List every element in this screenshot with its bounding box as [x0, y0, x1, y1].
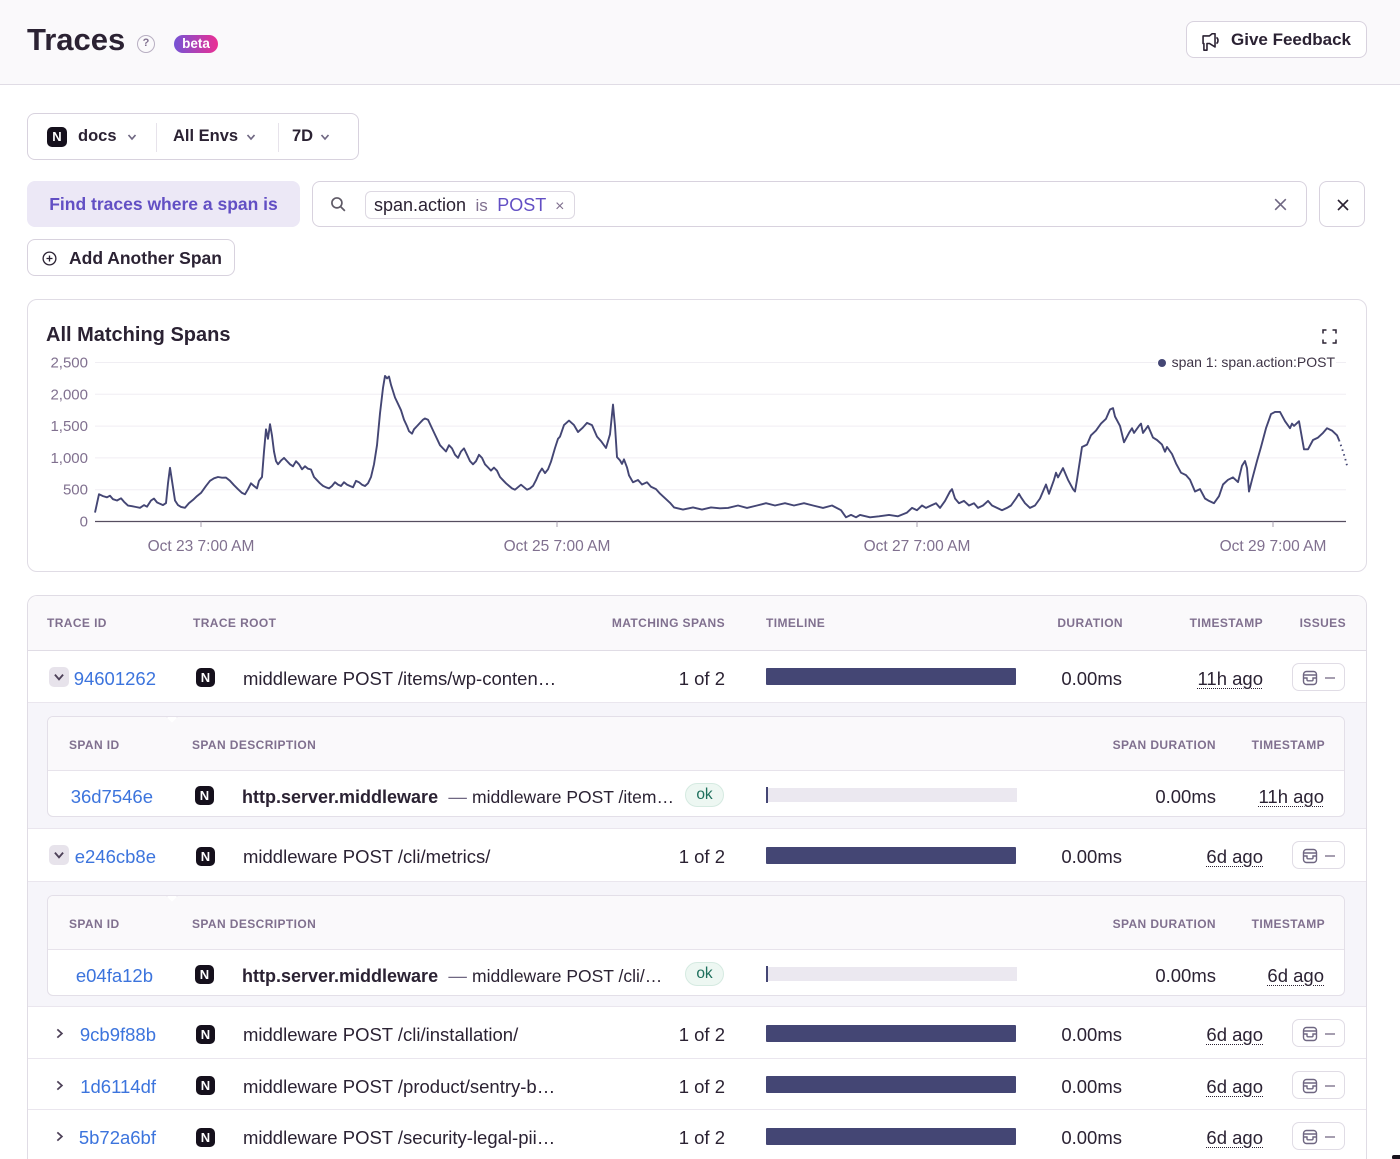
svg-text:Oct 29 7:00 AM: Oct 29 7:00 AM — [1220, 538, 1327, 555]
svg-text:2,000: 2,000 — [50, 386, 88, 403]
svg-text:1,500: 1,500 — [50, 418, 88, 435]
svg-text:Oct 25 7:00 AM: Oct 25 7:00 AM — [504, 538, 611, 555]
svg-text:0: 0 — [80, 514, 88, 531]
svg-text:2,500: 2,500 — [50, 355, 88, 372]
svg-text:500: 500 — [63, 482, 88, 499]
svg-text:Oct 23 7:00 AM: Oct 23 7:00 AM — [148, 538, 255, 555]
svg-text:1,000: 1,000 — [50, 450, 88, 467]
svg-text:Oct 27 7:00 AM: Oct 27 7:00 AM — [864, 538, 971, 555]
